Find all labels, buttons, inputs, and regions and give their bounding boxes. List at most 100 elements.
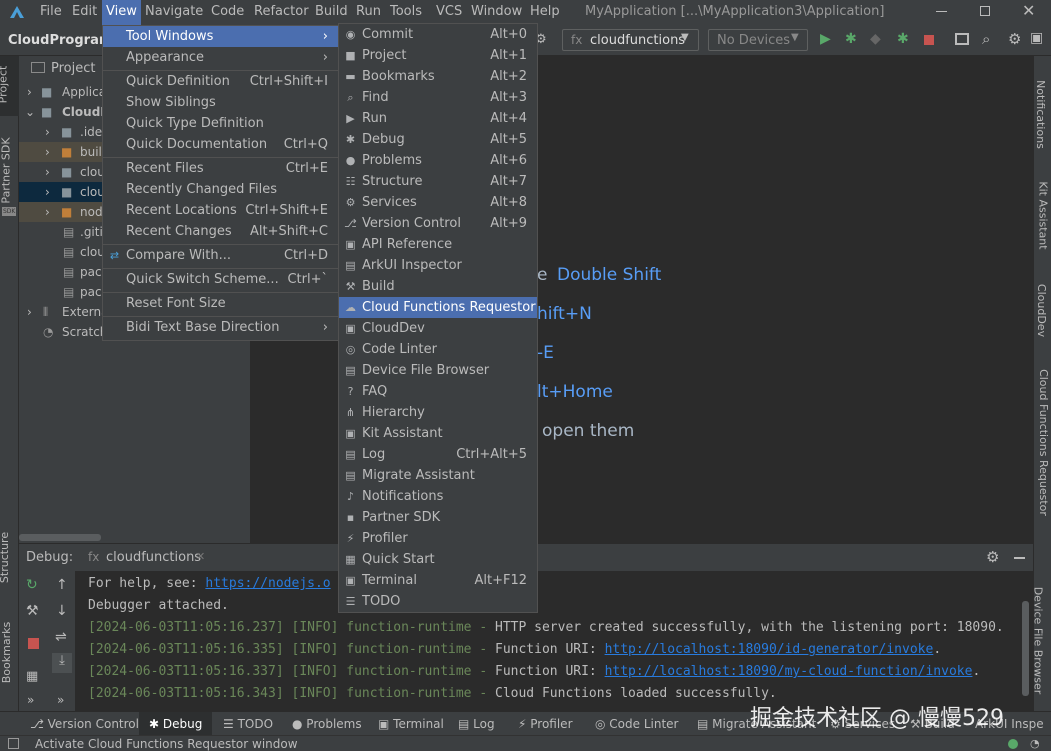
close-tab-icon[interactable]: ✕ [196,550,205,563]
soft-wrap-icon[interactable]: ⇌ [55,629,67,645]
menu-item-recent-locations[interactable]: Recent Locations Ctrl+Shift+E [103,200,338,221]
menu-item-reset-font-size[interactable]: Reset Font Size [103,293,338,314]
menu-item-quick-definition[interactable]: Quick Definition Ctrl+Shift+I [103,71,338,92]
menu-item-profiler[interactable]: ⚡ Profiler [339,528,537,549]
menu-build[interactable]: Build [315,4,348,19]
menu-item-log[interactable]: ▤ Log Ctrl+Alt+5 [339,444,537,465]
menu-item-project[interactable]: ■ Project Alt+1 [339,45,537,66]
minimize-icon[interactable] [936,11,947,12]
status-ok-icon[interactable] [1008,739,1018,749]
menu-item-code-linter[interactable]: ◎ Code Linter [339,339,537,360]
menu-refactor[interactable]: Refactor [254,4,309,19]
menu-item-hierarchy[interactable]: ⋔ Hierarchy [339,402,537,423]
layout-icon[interactable]: ▦ [26,669,38,684]
menu-item-quick-type-definition[interactable]: Quick Type Definition [103,113,338,134]
menu-run[interactable]: Run [356,4,381,19]
menu-window[interactable]: Window [471,4,522,19]
menu-item-partner-sdk[interactable]: ▪ Partner SDK [339,507,537,528]
menu-item-commit[interactable]: ◉ Commit Alt+0 [339,24,537,45]
menu-item-faq[interactable]: ? FAQ [339,381,537,402]
partner-sdk-tool-label[interactable]: Partner SDK [0,137,13,203]
more-icon[interactable]: » [57,693,64,707]
menu-item-structure[interactable]: ☷ Structure Alt+7 [339,171,537,192]
menu-file[interactable]: File [40,4,62,19]
menu-item-arkui-inspector[interactable]: ▤ ArkUI Inspector [339,255,537,276]
settings-wrench-icon[interactable]: ⚒ [26,603,39,619]
menu-item-api-reference[interactable]: ▣ API Reference [339,234,537,255]
todo-tab[interactable]: ☰ TODO [223,717,273,731]
scroll-up-icon[interactable]: ↑ [56,577,68,593]
close-icon[interactable]: ✕ [1022,1,1035,20]
menu-item-terminal[interactable]: ▣ Terminal Alt+F12 [339,570,537,591]
menu-item-services[interactable]: ⚙ Services Alt+8 [339,192,537,213]
notifications-tool-label[interactable]: Notifications [1034,80,1047,149]
search-icon[interactable]: ⌕ [982,30,990,48]
menu-item-quick-switch-scheme[interactable]: Quick Switch Scheme... Ctrl+` [103,269,338,290]
menu-item-problems[interactable]: ● Problems Alt+6 [339,150,537,171]
menu-item-recent-changes[interactable]: Recent Changes Alt+Shift+C [103,221,338,242]
code-linter-tab[interactable]: ◎ Code Linter [595,717,678,731]
console-link[interactable]: https://nodejs.o [205,576,330,591]
notification-icon[interactable]: ◔ [1030,737,1040,750]
menu-item-quick-start[interactable]: ▦ Quick Start [339,549,537,570]
menu-item-show-siblings[interactable]: Show Siblings [103,92,338,113]
vertical-scrollbar[interactable] [1022,601,1029,696]
menu-item-run[interactable]: ▶ Run Alt+4 [339,108,537,129]
console-output[interactable]: For help, see: https://nodejs.o Debugger… [75,571,1033,711]
settings-icon[interactable]: ⚙ [986,548,999,566]
structure-tool-label[interactable]: Structure [0,532,11,583]
clouddev-tool-label[interactable]: CloudDev [1035,284,1048,337]
kit-assistant-tool-label[interactable]: Kit Assistant [1037,181,1050,249]
maximize-icon[interactable] [980,6,990,16]
menu-item-build[interactable]: ⚒ Build [339,276,537,297]
menu-vcs[interactable]: VCS [436,4,462,19]
device-file-browser-tool-label[interactable]: Device File Browser [1031,587,1044,695]
debug-session-tab[interactable]: cloudfunctions [106,550,201,565]
menu-tools[interactable]: Tools [390,4,422,19]
menu-item-recent-files[interactable]: Recent Files Ctrl+E [103,158,338,179]
scroll-down-icon[interactable]: ↓ [56,603,68,619]
device-select[interactable]: No Devices ▼ [708,29,808,51]
menu-item-kit-assistant[interactable]: ▣ Kit Assistant [339,423,537,444]
terminal-tab[interactable]: ▣ Terminal [378,717,444,731]
horizontal-scrollbar[interactable] [19,534,101,541]
version-control-tab[interactable]: ⎇ Version Control [30,717,139,731]
menu-item-clouddev[interactable]: ▣ CloudDev [339,318,537,339]
stop-icon[interactable] [924,35,934,45]
menu-item-notifications[interactable]: ♪ Notifications [339,486,537,507]
menu-navigate[interactable]: Navigate [145,4,203,19]
menu-item-debug[interactable]: ✱ Debug Alt+5 [339,129,537,150]
menu-item-find[interactable]: ⌕ Find Alt+3 [339,87,537,108]
menu-item-bidi-text-base-direction[interactable]: Bidi Text Base Direction › [103,317,338,338]
menu-item-cloud-functions-requestor[interactable]: ☁ Cloud Functions Requestor [339,297,537,318]
console-link[interactable]: http://localhost:18090/my-cloud-function… [605,664,973,679]
menu-item-todo[interactable]: ☰ TODO [339,591,537,612]
run-icon[interactable]: ▶ [820,31,831,47]
menu-item-appearance[interactable]: Appearance › [103,47,338,68]
cloud-functions-requestor-tool-label[interactable]: Cloud Functions Requestor [1037,369,1050,516]
scroll-to-end-icon[interactable]: ⤓ [52,653,72,673]
menu-item-quick-documentation[interactable]: Quick Documentation Ctrl+Q [103,134,338,155]
run-config-select[interactable]: fx cloudfunctions ▼ [562,29,699,51]
settings-icon[interactable]: ⚙ [1008,30,1021,48]
menu-view[interactable]: View [102,0,141,25]
problems-tab[interactable]: ● Problems [292,717,362,731]
debug-icon[interactable]: ✱ [845,31,857,47]
menu-item-migrate-assistant[interactable]: ▤ Migrate Assistant [339,465,537,486]
log-tab[interactable]: ▤ Log [458,717,495,731]
bookmarks-tool-label[interactable]: Bookmarks [0,622,13,683]
menu-edit[interactable]: Edit [72,4,97,19]
menu-item-compare-with[interactable]: ⇄ Compare With... Ctrl+D [103,245,338,266]
menu-item-recently-changed-files[interactable]: Recently Changed Files [103,179,338,200]
sdk-icon[interactable]: ▣ [1030,30,1043,46]
rerun-icon[interactable]: ↻ [26,577,38,593]
menu-item-device-file-browser[interactable]: ▤ Device File Browser [339,360,537,381]
stop-icon[interactable] [28,638,39,649]
debug-tab[interactable]: ✱ Debug [139,712,213,736]
menu-item-tool-windows[interactable]: Tool Windows › [103,26,338,47]
console-link[interactable]: http://localhost:18090/id-generator/invo… [605,642,934,657]
profile-icon[interactable]: ◆ [870,31,881,47]
hide-panel-icon[interactable] [1014,557,1025,559]
device-manager-icon[interactable] [955,33,969,45]
project-breadcrumb[interactable]: CloudProgram [8,33,112,48]
